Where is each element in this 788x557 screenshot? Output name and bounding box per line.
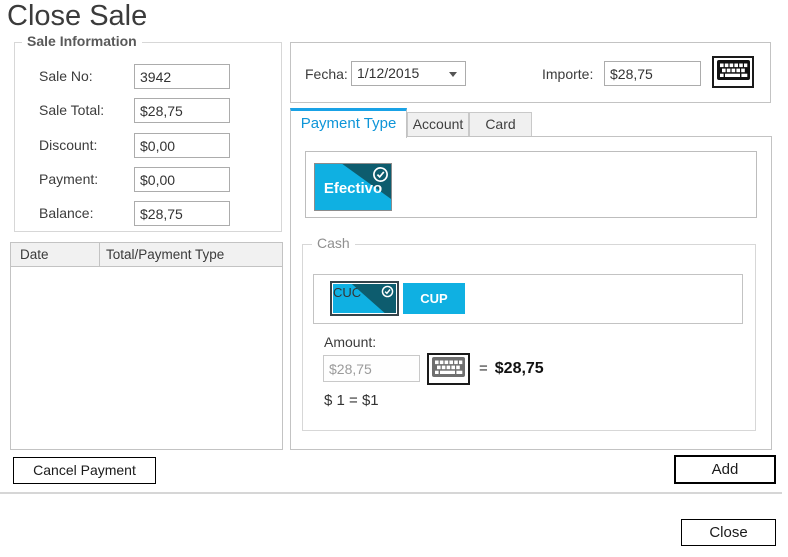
tab-card[interactable]: Card [469, 112, 532, 136]
add-button[interactable]: Add [674, 455, 776, 484]
close-button[interactable]: Close [681, 519, 776, 546]
check-circle-icon [381, 285, 394, 303]
balance-label: Balance: [39, 205, 94, 221]
converted-amount: = $28,75 [479, 360, 544, 378]
converted-amount-value: $28,75 [494, 360, 544, 377]
tab-payment-type[interactable]: Payment Type [290, 108, 407, 138]
sale-information-group: Sale Information Sale No: Sale Total: Di… [14, 33, 282, 232]
payment-label: Payment: [39, 171, 99, 187]
sale-total-label: Sale Total: [39, 102, 105, 118]
footer-divider [0, 492, 782, 494]
fecha-date-combobox[interactable]: 1/12/2015 [351, 61, 466, 86]
payment-method-list: Efectivo [305, 151, 757, 218]
dropdown-arrow-icon[interactable] [449, 72, 457, 77]
importe-keyboard-button[interactable] [712, 56, 754, 88]
sale-no-field[interactable] [134, 64, 230, 89]
fecha-date-value: 1/12/2015 [357, 65, 420, 81]
sale-information-legend: Sale Information [22, 33, 142, 49]
cuc-currency-button[interactable]: CUC [333, 284, 396, 313]
tab-account[interactable]: Account [407, 112, 469, 136]
payment-entry-panel: Fecha: 1/12/2015 Importe: [290, 42, 771, 103]
payments-table[interactable]: Date Total/Payment Type [10, 242, 283, 450]
efectivo-method-button[interactable]: Efectivo [314, 163, 392, 211]
payment-field[interactable] [134, 167, 230, 192]
date-column-header[interactable]: Date [11, 247, 99, 262]
amount-keyboard-button[interactable] [427, 353, 470, 385]
importe-label: Importe: [542, 66, 594, 82]
cash-group: Cash CUC CUP Amount: $28,75 = $28,75 $ 1… [302, 235, 756, 431]
payments-table-header: Date Total/Payment Type [11, 242, 282, 267]
sale-no-label: Sale No: [39, 68, 93, 84]
importe-field[interactable] [604, 61, 701, 86]
payment-type-tab-panel: Efectivo Cash CUC CUP Amount: $28,75 = $… [290, 136, 772, 450]
efectivo-method-label: Efectivo [323, 180, 383, 197]
discount-field[interactable] [134, 133, 230, 158]
discount-label: Discount: [39, 137, 98, 153]
cup-currency-label: CUP [420, 291, 448, 306]
keyboard-icon [716, 59, 750, 85]
balance-field[interactable] [134, 201, 230, 226]
keyboard-icon [432, 356, 465, 382]
cuc-button-focus-ring: CUC [330, 281, 399, 316]
sale-total-field[interactable] [134, 98, 230, 123]
equals-sign: = [479, 360, 488, 377]
currency-list: CUC CUP [313, 274, 743, 324]
cash-legend: Cash [312, 235, 355, 251]
cup-currency-button[interactable]: CUP [403, 283, 465, 314]
exchange-rate-label: $ 1 = $1 [324, 392, 379, 409]
cancel-payment-button[interactable]: Cancel Payment [13, 457, 156, 484]
total-payment-type-column-header[interactable]: Total/Payment Type [99, 242, 282, 267]
fecha-label: Fecha: [305, 66, 348, 82]
amount-field[interactable] [323, 355, 420, 382]
amount-label: Amount: [324, 334, 377, 350]
page-title: Close Sale [7, 0, 148, 32]
